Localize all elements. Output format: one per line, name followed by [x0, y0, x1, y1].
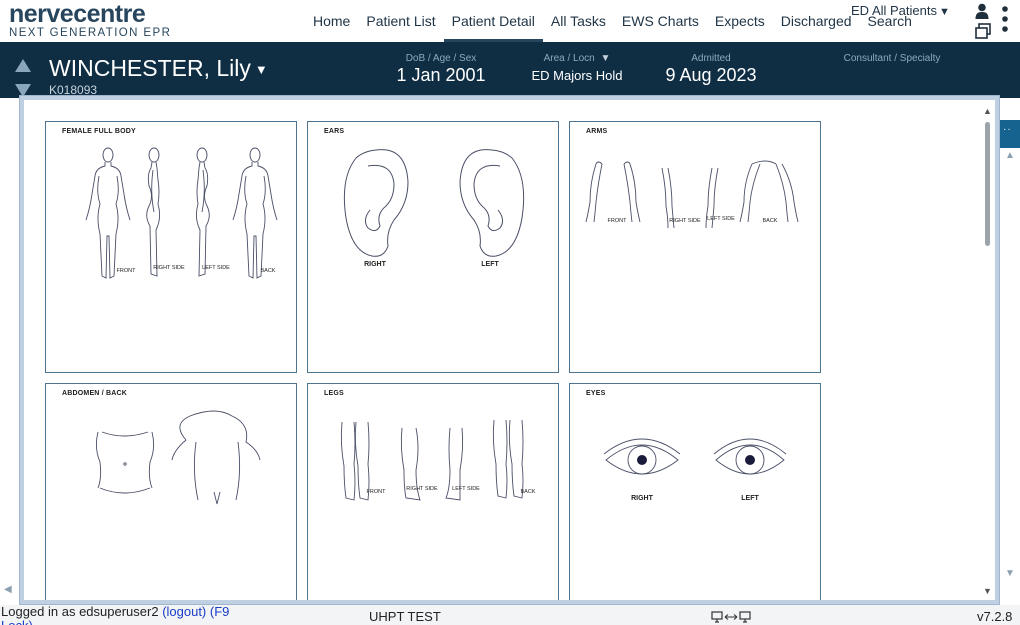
admitted-label: Admitted: [691, 53, 731, 64]
diagram-label-right-side: RIGHT SIDE: [669, 218, 701, 224]
version-label: v7.2.8: [977, 609, 1013, 624]
dob-field: DoB / Age / Sex 1 Jan 2001: [396, 53, 486, 86]
caret-down-icon: ▼: [254, 62, 268, 78]
legs-diagram: FRONT RIGHT SIDE LEFT SIDE BACK: [340, 419, 536, 501]
nav-expects[interactable]: Expects: [707, 0, 773, 42]
diagram-label-left-side: LEFT SIDE: [202, 265, 230, 271]
main-nav: Home Patient List Patient Detail All Tas…: [305, 0, 920, 42]
device-sync-icon: [711, 611, 751, 623]
patient-name[interactable]: WINCHESTER, Lily ▼: [49, 55, 268, 82]
dob-value: 1 Jan 2001: [396, 65, 486, 85]
scroll-down-icon[interactable]: ▼: [983, 586, 992, 596]
patient-banner: WINCHESTER, Lily ▼ K018093 DoB / Age / Se…: [0, 42, 1020, 98]
abdomen-back-diagram: [95, 410, 261, 505]
kebab-menu-icon[interactable]: [1001, 5, 1009, 33]
admitted-field: Admitted 9 Aug 2023: [663, 53, 759, 86]
diagram-label-right-side: RIGHT SIDE: [153, 265, 185, 271]
user-icon[interactable]: [975, 3, 989, 19]
diagram-label-back: BACK: [261, 268, 276, 274]
body-map-picker-dialog: FEMALE FULL BODY FRONT RIGHT SIDE LEFT S…: [19, 95, 1000, 605]
body-map-tile-arms[interactable]: ARMS FRONT RIGHT SIDE LEFT SIDE BACK: [569, 121, 821, 373]
patient-nav-arrows[interactable]: [14, 58, 32, 98]
top-bar: nervecentre NEXT GENERATION EPR Home Pat…: [0, 0, 1020, 42]
diagram-label-front: FRONT: [608, 218, 628, 224]
diagram-label-right-side: RIGHT SIDE: [406, 486, 438, 492]
nav-ews-charts[interactable]: EWS Charts: [614, 0, 707, 42]
body-map-grid: FEMALE FULL BODY FRONT RIGHT SIDE LEFT S…: [24, 100, 995, 600]
body-map-tile-ears[interactable]: EARS RIGHT LEFT: [307, 121, 559, 373]
diagram-label-left-side: LEFT SIDE: [707, 216, 735, 222]
body-map-tile-female-full-body[interactable]: FEMALE FULL BODY FRONT RIGHT SIDE LEFT S…: [45, 121, 297, 373]
ears-diagram: RIGHT LEFT: [343, 149, 525, 268]
consultant-label: Consultant / Specialty: [843, 53, 941, 64]
ward-select-label: ED All Patients: [851, 3, 937, 18]
ward-select[interactable]: ED All Patients ▼: [851, 3, 950, 18]
environment-label: UHPT TEST: [369, 609, 441, 624]
login-text: Logged in as edsuperuser2: [1, 604, 159, 619]
diagram-label-left-side: LEFT SIDE: [452, 486, 480, 492]
login-info: Logged in as edsuperuser2 (logout) (F9 L…: [1, 605, 251, 625]
background-scroll-down-icon[interactable]: ▼: [1005, 568, 1015, 579]
area-value: ED Majors Hold: [531, 68, 623, 83]
side-panel-tab[interactable]: ··: [998, 120, 1020, 148]
nav-discharged[interactable]: Discharged: [773, 0, 860, 42]
background-scroll-up-icon[interactable]: ▲: [1005, 150, 1015, 161]
nav-patient-list[interactable]: Patient List: [358, 0, 443, 42]
consultant-field: Consultant / Specialty: [842, 53, 942, 65]
area-label: Area / Locn ▼: [543, 53, 611, 64]
scrollbar-thumb[interactable]: [985, 122, 990, 246]
diagram-label-back: BACK: [521, 489, 536, 495]
female-body-diagram: FRONT RIGHT SIDE LEFT SIDE BACK: [85, 147, 278, 279]
nav-patient-detail[interactable]: Patient Detail: [443, 0, 544, 42]
diagram-label-back: BACK: [763, 218, 778, 224]
nav-all-tasks[interactable]: All Tasks: [543, 0, 614, 42]
dialog-scrollbar[interactable]: ▲ ▼: [980, 104, 995, 598]
ellipsis-icon: ··: [1003, 124, 1012, 135]
status-bar: Logged in as edsuperuser2 (logout) (F9 L…: [0, 605, 1020, 625]
diagram-label-front: FRONT: [367, 489, 387, 495]
background-scroll-left-icon[interactable]: ◀: [4, 584, 12, 595]
diagram-label-front: FRONT: [117, 268, 137, 274]
body-map-tile-legs[interactable]: LEGS FRONT RIGHT SIDE LEFT SIDE BACK: [307, 383, 559, 600]
admitted-value: 9 Aug 2023: [665, 65, 757, 85]
diagram-label-right: RIGHT: [364, 261, 387, 268]
eyes-diagram: RIGHT LEFT: [603, 438, 787, 502]
brand-tagline: NEXT GENERATION EPR: [9, 27, 172, 39]
body-map-tile-abdomen-back[interactable]: ABDOMEN / BACK: [45, 383, 297, 600]
scroll-up-icon[interactable]: ▲: [983, 106, 992, 116]
logout-link[interactable]: (logout): [162, 604, 206, 619]
nav-home[interactable]: Home: [305, 0, 358, 42]
diagram-label-left: LEFT: [741, 495, 759, 502]
previous-patient-icon: [15, 59, 31, 72]
dob-label: DoB / Age / Sex: [405, 53, 477, 64]
diagram-label-left: LEFT: [481, 261, 499, 268]
app-logo[interactable]: nervecentre NEXT GENERATION EPR: [9, 1, 171, 40]
caret-down-icon: ▼: [939, 6, 950, 18]
diagram-label-right: RIGHT: [631, 495, 654, 502]
area-field[interactable]: Area / Locn ▼ ED Majors Hold: [531, 53, 623, 83]
patient-name-text: WINCHESTER, Lily: [49, 55, 251, 81]
brand-name: nervecentre: [9, 0, 146, 28]
body-map-tile-eyes[interactable]: EYES RIGHT LEFT: [569, 383, 821, 600]
copy-window-icon[interactable]: [975, 23, 991, 39]
caret-down-icon: ▼: [600, 53, 611, 64]
arms-diagram: FRONT RIGHT SIDE LEFT SIDE BACK: [585, 160, 799, 229]
